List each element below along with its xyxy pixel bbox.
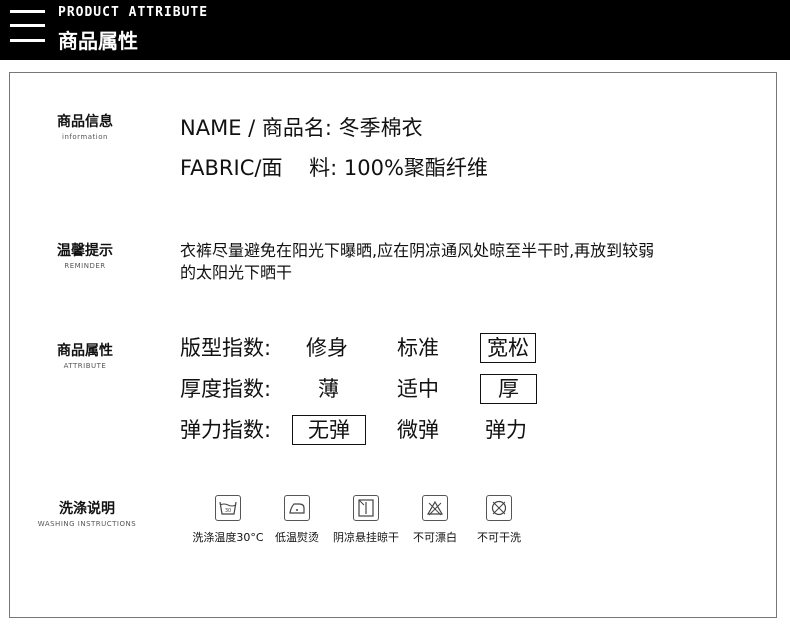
fit-option-standard: 标准 [397, 336, 439, 360]
low-iron-icon [284, 495, 310, 521]
washing-label-dryclean: 不可干洗 [477, 531, 521, 544]
no-dry-clean-icon [486, 495, 512, 521]
washing-label-iron: 低温熨烫 [275, 531, 319, 544]
washing-section-title: 洗涤说明 WASHING INSTRUCTIONS [32, 498, 142, 528]
info-section-title: 商品信息 information [40, 111, 130, 141]
reminder-text-line2: 的太阳光下晒干 [180, 263, 293, 282]
no-bleach-icon [422, 495, 448, 521]
washing-label-temp: 洗涤温度30°C [192, 531, 264, 544]
reminder-subtitle: REMINDER [64, 262, 106, 270]
fabric-line: FABRIC/面 料: 100%聚酯纤维 [180, 156, 488, 180]
attribute-title: 商品属性 [57, 343, 113, 359]
menu-icon[interactable] [10, 10, 46, 46]
thickness-label: 厚度指数: [180, 377, 272, 401]
thickness-option-thin: 薄 [318, 377, 339, 401]
washing-title: 洗涤说明 [59, 501, 115, 517]
stretch-option-none: 无弹 [292, 415, 366, 445]
product-name-line: NAME / 商品名: 冬季棉衣 [180, 116, 423, 140]
washing-subtitle: WASHING INSTRUCTIONS [37, 520, 137, 528]
washing-label-hang: 阴凉悬挂晾干 [333, 531, 399, 544]
fit-label: 版型指数: [180, 336, 272, 360]
attribute-subtitle: ATTRIBUTE [63, 362, 107, 370]
svg-text:30: 30 [225, 508, 231, 514]
reminder-title: 温馨提示 [57, 243, 113, 259]
washing-item-temp: 30 洗涤温度30°C [186, 495, 270, 545]
washing-label-bleach: 不可漂白 [413, 531, 457, 544]
stretch-option-slight: 微弹 [397, 418, 439, 442]
wash-30-icon: 30 [215, 495, 241, 521]
thickness-option-thick: 厚 [480, 374, 537, 404]
stretch-option-stretchy: 弹力 [485, 418, 527, 442]
header-title-en: PRODUCT ATTRIBUTE [58, 5, 209, 20]
stretch-label: 弹力指数: [180, 418, 272, 442]
header-title-cn: 商品属性 [58, 29, 138, 53]
washing-item-dryclean: 不可干洗 [472, 495, 526, 545]
washing-item-iron: 低温熨烫 [270, 495, 324, 545]
reminder-text-line1: 衣裤尽量避免在阳光下曝晒,应在阴凉通风处晾至半干时,再放到较弱 [180, 241, 655, 260]
reminder-section-title: 温馨提示 REMINDER [40, 240, 130, 270]
washing-item-hang: 阴凉悬挂晾干 [330, 495, 402, 545]
header-bar: PRODUCT ATTRIBUTE 商品属性 [0, 0, 790, 60]
fit-option-slim: 修身 [306, 336, 348, 360]
thickness-option-medium: 适中 [397, 377, 439, 401]
attribute-section-title: 商品属性 ATTRIBUTE [40, 340, 130, 370]
hang-dry-shade-icon [353, 495, 379, 521]
info-title: 商品信息 [57, 114, 113, 130]
info-subtitle: information [62, 133, 108, 141]
washing-item-bleach: 不可漂白 [408, 495, 462, 545]
fit-option-loose: 宽松 [480, 333, 536, 363]
